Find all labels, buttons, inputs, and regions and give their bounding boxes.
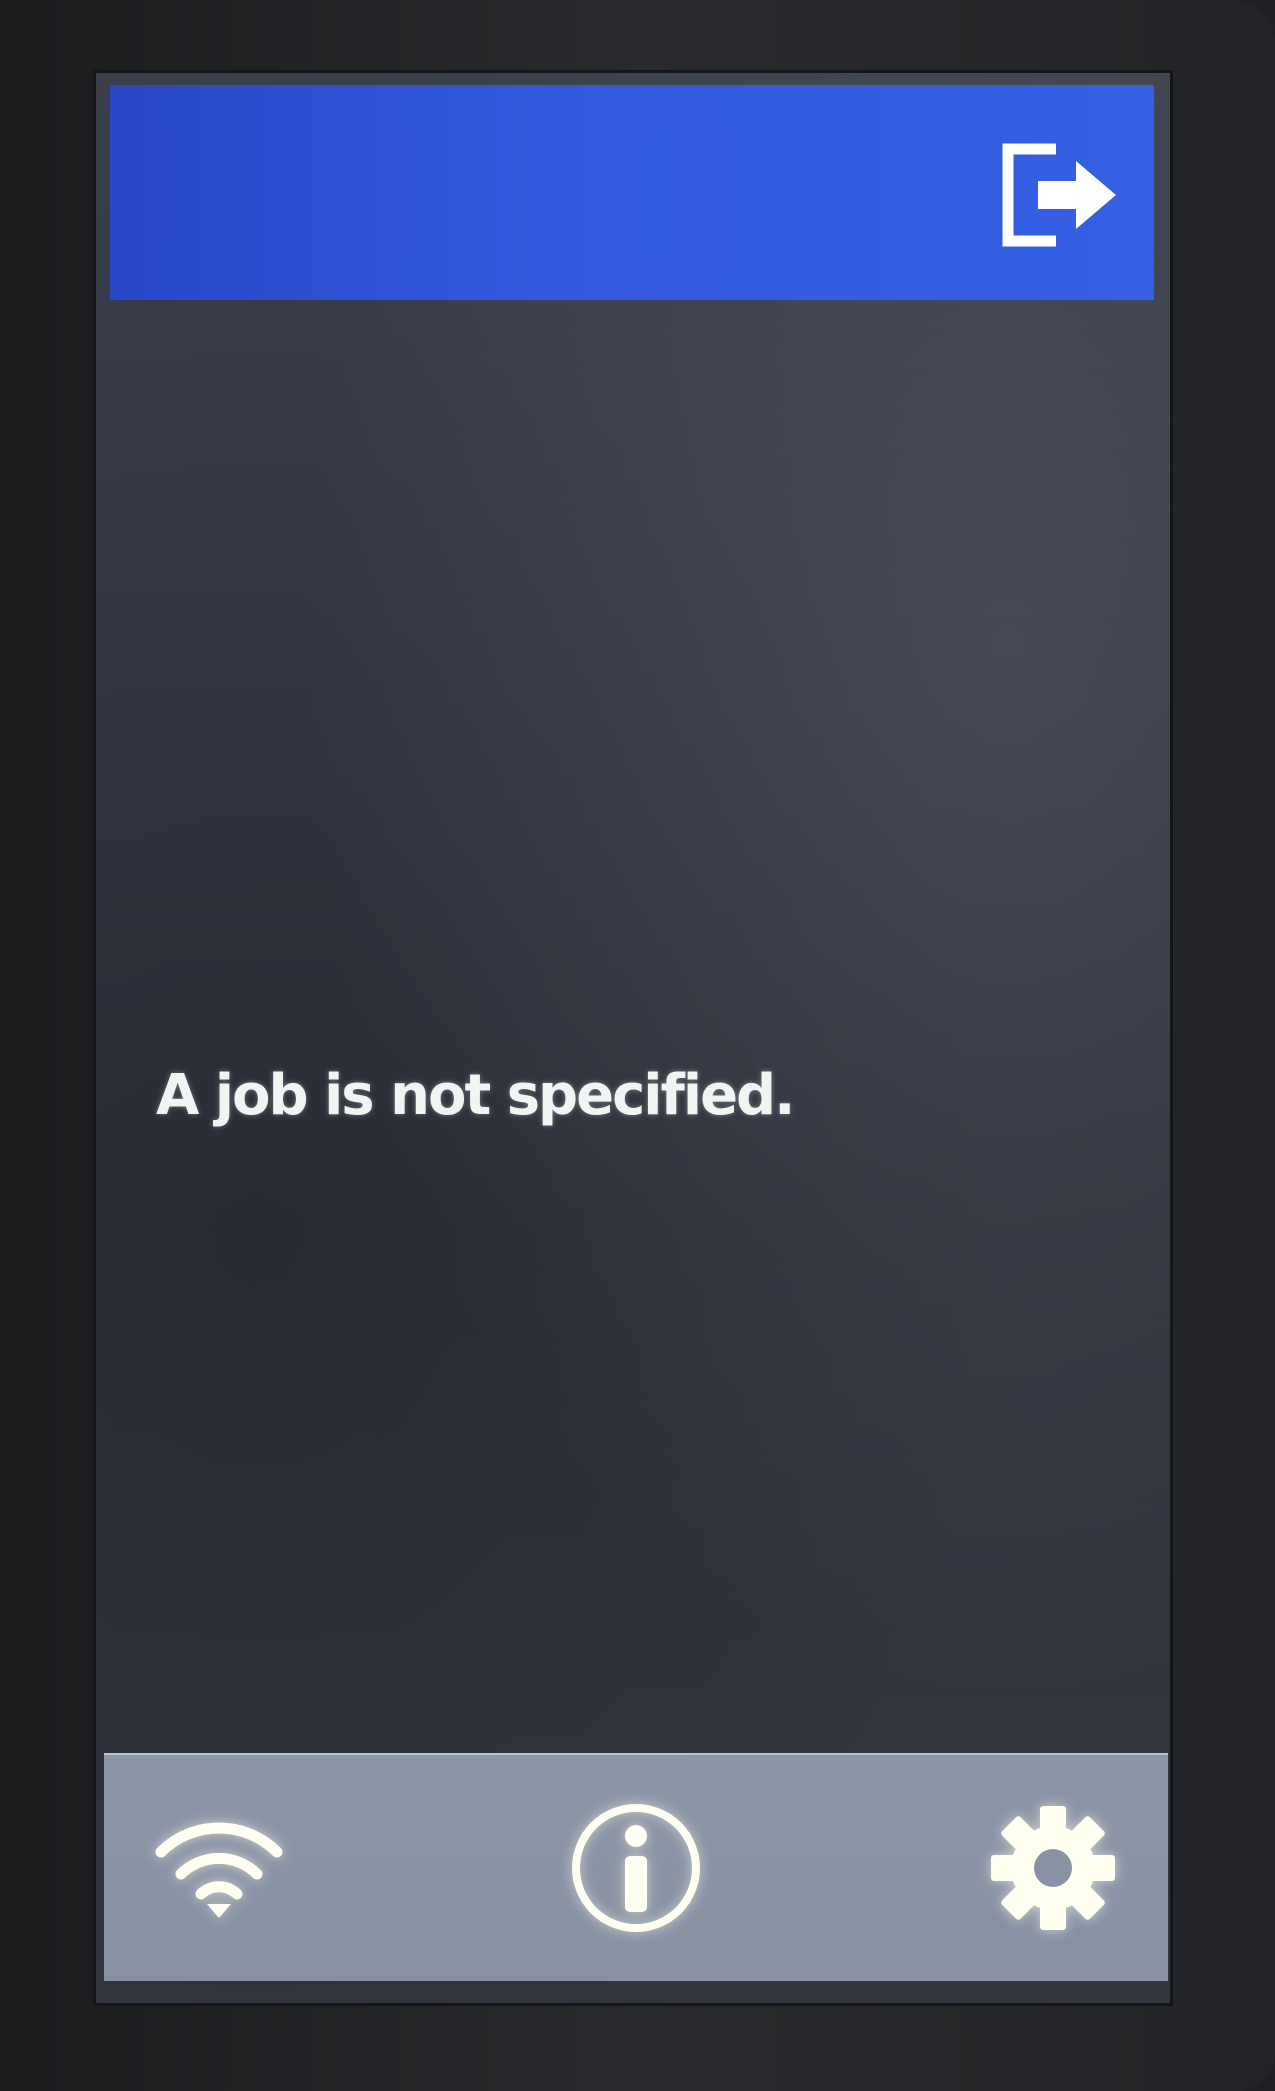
logout-button[interactable]	[994, 135, 1124, 255]
status-message: A job is not specified.	[156, 1063, 795, 1128]
info-icon	[572, 1804, 700, 1932]
wifi-icon	[155, 1822, 283, 1918]
touch-screen: A job is not specified.	[93, 70, 1173, 2006]
gear-icon	[991, 1806, 1115, 1930]
bottom-toolbar	[104, 1753, 1168, 1981]
logout-icon	[1002, 143, 1116, 247]
wifi-button[interactable]	[144, 1793, 294, 1943]
header-bar	[110, 85, 1154, 300]
info-button[interactable]	[561, 1793, 711, 1943]
settings-button[interactable]	[978, 1793, 1128, 1943]
screen-glare	[96, 73, 1170, 2003]
